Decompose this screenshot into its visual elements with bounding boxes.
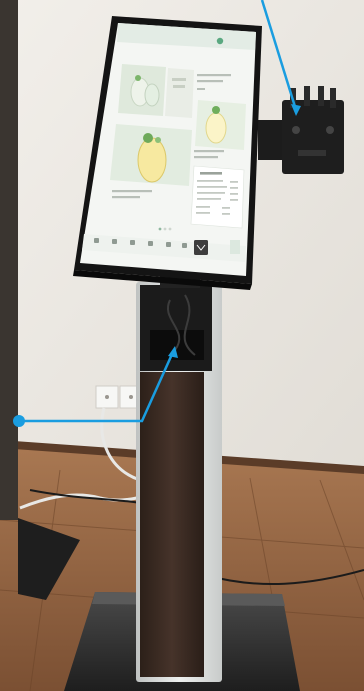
drink-image-4 (110, 124, 192, 186)
menu-tile-icon[interactable] (94, 238, 99, 243)
menu-tile-icon[interactable] (166, 242, 171, 247)
page-indicator (158, 227, 172, 231)
menu-tile-icon[interactable] (148, 241, 153, 246)
brand-logo-icon (216, 37, 224, 45)
menu-tile-icon[interactable] (182, 243, 187, 248)
kiosk-column-wood (140, 372, 204, 677)
order-summary-panel (190, 165, 245, 229)
drink-image-1 (118, 64, 166, 116)
side-tab[interactable] (230, 240, 240, 254)
drink-image-2 (165, 68, 194, 118)
door-frame (0, 0, 18, 520)
menu-tile-icon[interactable] (112, 239, 117, 244)
menu-tile-icon[interactable] (130, 240, 135, 245)
drink-image-3 (195, 100, 246, 150)
order-button-icon[interactable] (194, 240, 208, 255)
kiosk-photo (0, 0, 364, 691)
